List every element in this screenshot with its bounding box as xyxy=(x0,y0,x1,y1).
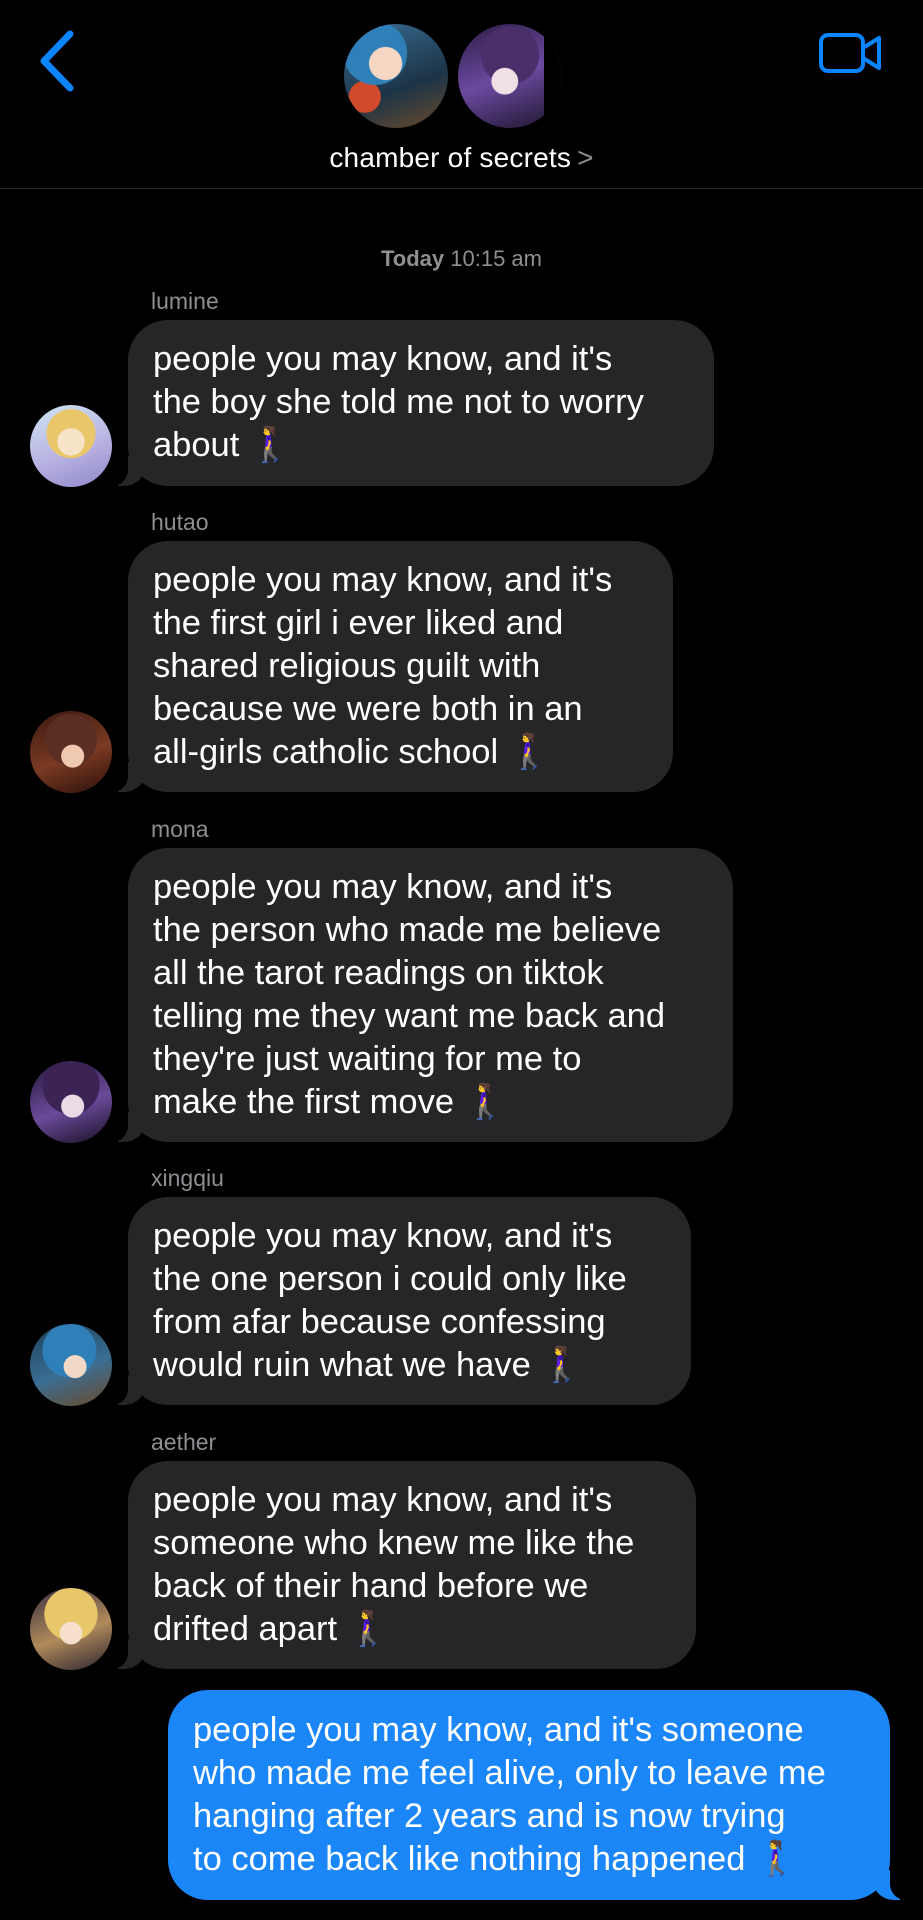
message-line: to come back like nothing happened 🚶‍♀️ xyxy=(193,1840,798,1878)
message-bubble[interactable]: people you may know, and it's the one pe… xyxy=(104,1197,691,1405)
group-name-button[interactable]: chamber of secrets > xyxy=(0,142,923,174)
message-line: they're just waiting for me to xyxy=(153,1040,582,1078)
chevron-left-icon xyxy=(40,30,74,92)
message-line: someone who knew me like the xyxy=(153,1524,635,1562)
avatar[interactable] xyxy=(30,711,112,793)
video-camera-icon xyxy=(819,33,881,73)
back-button[interactable] xyxy=(34,28,84,94)
message-line: all-girls catholic school 🚶‍♀️ xyxy=(153,733,551,771)
sender-name: aether xyxy=(151,1429,217,1455)
message-bubble[interactable]: people you may know, and it's someone wh… xyxy=(104,1461,696,1669)
message-line: the boy she told me not to worry xyxy=(153,383,644,421)
timestamp-day: Today xyxy=(380,246,445,271)
avatar[interactable] xyxy=(30,1061,112,1143)
outgoing-message-bubble[interactable]: people you may know, and it's someone wh… xyxy=(168,1690,914,1900)
message-line: people you may know, and it's xyxy=(153,1217,613,1255)
message-line: about 🚶‍♀️ xyxy=(153,426,292,464)
message-line: people you may know, and it's someone xyxy=(193,1711,804,1749)
message-line: hanging after 2 years and is now trying xyxy=(193,1797,786,1835)
timestamp: Today 10:15 am xyxy=(0,246,923,272)
message-line: telling me they want me back and xyxy=(153,997,666,1035)
sender-name: hutao xyxy=(151,509,209,535)
message-line: the first girl i ever liked and xyxy=(153,604,564,642)
group-avatars[interactable] xyxy=(342,22,582,130)
message-line: people you may know, and it's xyxy=(153,561,613,599)
timestamp-time: 10:15 am xyxy=(450,246,542,271)
conversation-header: chamber of secrets > xyxy=(0,0,923,189)
message-line: make the first move 🚶‍♀️ xyxy=(153,1083,507,1121)
message-line: drifted apart 🚶‍♀️ xyxy=(153,1610,390,1648)
message-bubble[interactable]: people you may know, and it's the boy sh… xyxy=(104,320,714,486)
message-line: the one person i could only like xyxy=(153,1260,627,1298)
message-line: because we were both in an xyxy=(153,690,583,728)
message-line: people you may know, and it's xyxy=(153,1481,613,1519)
message-line: who made me feel alive, only to leave me xyxy=(193,1754,826,1792)
message-line: shared religious guilt with xyxy=(153,647,541,685)
message-bubble[interactable]: people you may know, and it's the person… xyxy=(104,848,733,1142)
message-line: back of their hand before we xyxy=(153,1567,589,1605)
avatar[interactable] xyxy=(30,405,112,487)
group-avatar-1 xyxy=(342,22,450,130)
message-line: the person who made me believe xyxy=(153,911,662,949)
video-call-button[interactable] xyxy=(818,30,884,76)
sender-name: xingqiu xyxy=(151,1165,224,1191)
sender-name: mona xyxy=(151,816,209,842)
message-line: from afar because confessing xyxy=(153,1303,606,1341)
message-line: all the tarot readings on tiktok xyxy=(153,954,604,992)
avatar[interactable] xyxy=(30,1588,112,1670)
message-line: people you may know, and it's xyxy=(153,868,613,906)
group-avatar-2 xyxy=(456,22,564,130)
group-name: chamber of secrets xyxy=(329,142,572,173)
avatar[interactable] xyxy=(30,1324,112,1406)
chevron-right-icon: > xyxy=(577,142,594,173)
message-line: people you may know, and it's xyxy=(153,340,613,378)
message-line: would ruin what we have 🚶‍♀️ xyxy=(153,1346,584,1384)
message-bubble[interactable]: people you may know, and it's the first … xyxy=(104,541,673,792)
sender-name: lumine xyxy=(151,288,219,314)
